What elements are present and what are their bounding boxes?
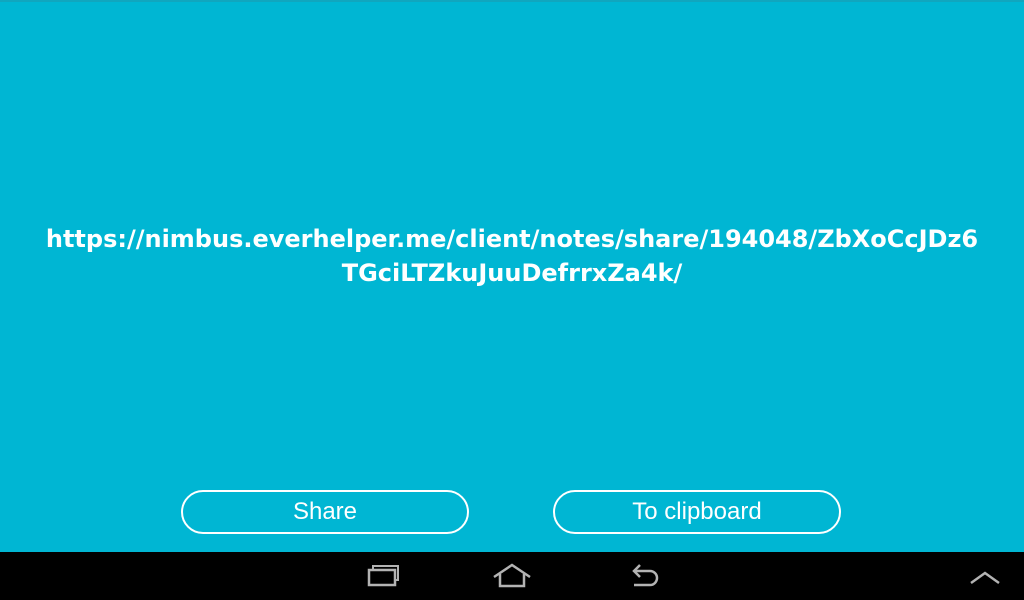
to-clipboard-button[interactable]: To clipboard [553,490,841,534]
share-link-text[interactable]: https://nimbus.everhelper.me/client/note… [40,222,984,290]
menu-up-icon [970,571,1000,585]
home-button[interactable] [482,552,542,600]
screen: https://nimbus.everhelper.me/client/note… [0,0,1024,600]
recent-apps-button[interactable] [352,552,412,600]
menu-up-button[interactable] [955,552,1015,600]
home-icon [493,563,531,588]
top-edge-divider [0,0,1024,2]
share-button[interactable]: Share [181,490,469,534]
back-icon [632,564,659,587]
share-link-screen: https://nimbus.everhelper.me/client/note… [0,0,1024,552]
recent-apps-icon [367,565,399,587]
back-button[interactable] [612,552,672,600]
system-navigation-bar [0,552,1024,600]
